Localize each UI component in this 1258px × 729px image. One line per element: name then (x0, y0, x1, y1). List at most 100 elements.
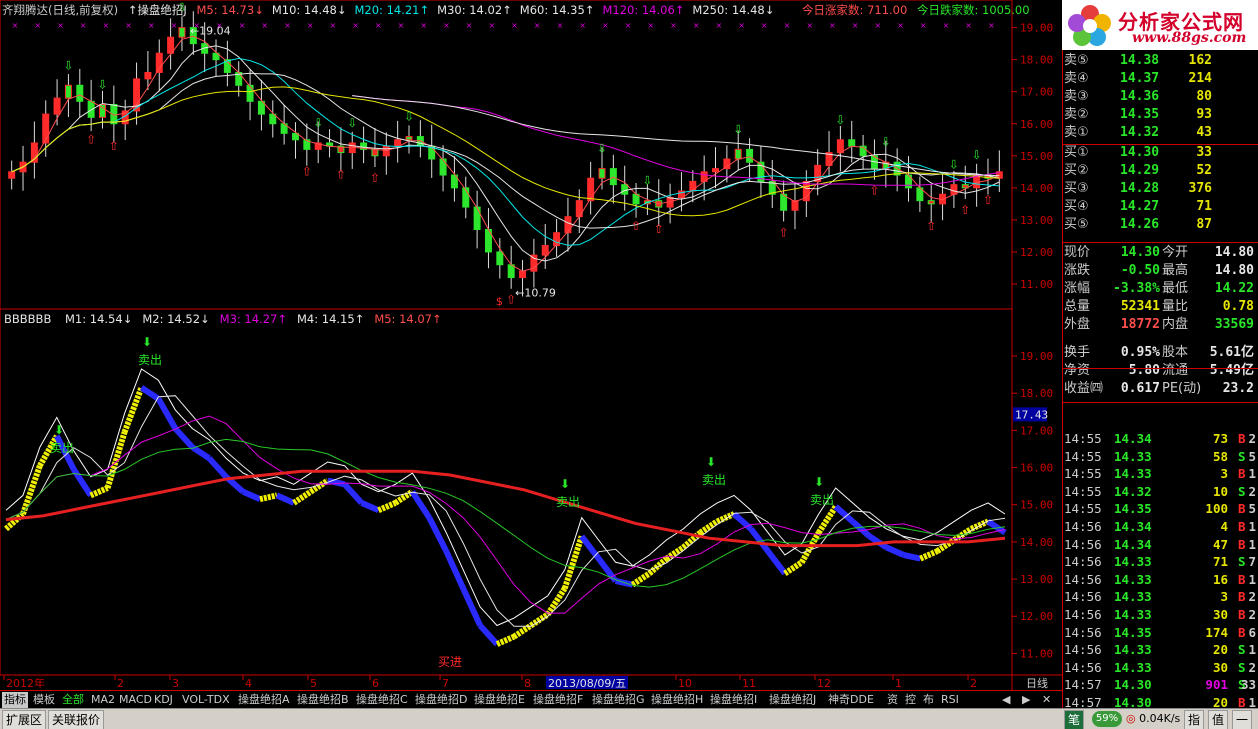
marker-x-icon: × (965, 21, 972, 30)
indicator-tab[interactable]: 布 (921, 692, 936, 708)
close-icon[interactable]: ✕ (1040, 692, 1053, 708)
quote-value: 52341 (1120, 299, 1160, 314)
sub-legend-item: M3: 14.27↑ (219, 312, 287, 326)
indicator-tab[interactable]: 操盘绝招G (590, 692, 647, 708)
indicator-tab[interactable]: 指标 (2, 692, 28, 708)
marker-x-icon: × (647, 21, 654, 30)
candle-body (587, 177, 595, 202)
tick-row[interactable]: 14:56 14.33 16 B 1 (1064, 571, 1258, 589)
tick-row[interactable]: 14:56 14.33 3 B 2 (1064, 588, 1258, 606)
value-button[interactable]: 值 (1208, 710, 1229, 729)
indicator-tab[interactable]: MA2 (89, 692, 117, 708)
order-book-row[interactable]: 卖③ 14.36 80 (1064, 88, 1256, 106)
quote-value: 0.95% (1120, 345, 1160, 360)
date-label: 12 (817, 677, 831, 690)
extension-area-tab[interactable]: 扩展区 (2, 710, 47, 729)
indicator-tab[interactable]: 操盘绝招H (649, 692, 705, 708)
oscillator-band (259, 492, 278, 503)
order-book-row[interactable]: 卖⑤ 14.38 162 (1064, 52, 1256, 70)
order-book-row[interactable]: 买④ 14.27 71 (1064, 198, 1256, 216)
panel-separator (1063, 368, 1258, 369)
quote-label: 流通 (1162, 363, 1189, 378)
indicator-tab[interactable]: 控 (903, 692, 918, 708)
indicator-tab[interactable]: 操盘绝招B (295, 692, 351, 708)
one-button[interactable]: 一 (1232, 710, 1253, 729)
price-axis-label: 12.00 (1020, 246, 1053, 259)
price-axis-label: 19.00 (1020, 22, 1053, 35)
candle-body (519, 270, 527, 279)
indicator-tab[interactable]: 操盘绝招C (354, 692, 410, 708)
tick-row[interactable]: 14:55 14.35 100 B 5 (1064, 500, 1258, 518)
indicator-tab[interactable]: MACD (117, 692, 154, 708)
low-price-label: ←10.79 (515, 287, 556, 300)
tick-count: 6 (1248, 624, 1256, 640)
indicator-tab[interactable]: KDJ (152, 692, 175, 708)
tick-row[interactable]: 14:55 14.32 10 S 2 (1064, 483, 1258, 501)
candle-body (155, 52, 163, 73)
indicator-tab[interactable]: 操盘绝招E (472, 692, 527, 708)
order-book-row[interactable]: 卖② 14.35 93 (1064, 106, 1256, 124)
candle-body (848, 139, 856, 147)
tick-row[interactable]: 14:55 14.33 3 B 1 (1064, 465, 1258, 483)
indicator-tab[interactable]: 操盘绝招I (708, 692, 759, 708)
order-book-row[interactable]: 买① 14.30 33 (1064, 144, 1256, 162)
tick-row[interactable]: 14:56 14.33 30 B 2 (1064, 606, 1258, 624)
date-label: 4 (245, 677, 252, 690)
order-book-row[interactable]: 卖① 14.32 43 (1064, 124, 1256, 142)
order-book-row[interactable]: 买③ 14.28 376 (1064, 180, 1256, 198)
tick-row[interactable]: 14:56 14.35 174 B 6 (1064, 624, 1258, 642)
tick-row[interactable]: 14:56 14.34 4 B 1 (1064, 518, 1258, 536)
tick-row[interactable]: 14:55 14.34 73 B 2 (1064, 430, 1258, 448)
ma-line-m20 (11, 57, 1000, 246)
indicator-tab[interactable]: 神奇DDE (826, 692, 876, 708)
indicator-tab[interactable]: 操盘绝招D (413, 692, 469, 708)
kline-chart-area[interactable]: 19.00 18.00 17.00 16.00 15.00 14.00 13.00 12.00… (0, 0, 1062, 690)
sell-signal-label: 卖出 (810, 493, 834, 507)
tick-row[interactable]: 14:56 14.33 20 S 1 (1064, 641, 1258, 659)
scroll-right-icon[interactable]: ▶ (1020, 692, 1032, 708)
panel-separator (1063, 144, 1258, 145)
indicator-tab[interactable]: 操盘绝招J (767, 692, 818, 708)
indicator-name[interactable]: ↑操盘绝招J (128, 3, 187, 17)
candle-body (64, 84, 72, 99)
indicator-tab[interactable]: 模板 (31, 692, 57, 708)
quote-value: 33569 (1214, 317, 1254, 332)
candle-body (723, 158, 731, 170)
tick-row[interactable]: 14:56 14.34 47 B 1 (1064, 536, 1258, 554)
indicator-tab[interactable]: VOL-TDX (180, 692, 232, 708)
related-quote-tab[interactable]: 关联报价 (48, 710, 105, 729)
order-price: 14.27 (1120, 199, 1160, 214)
sell-signal-icon: ⬇ (706, 455, 716, 469)
price-axis-label: 11.00 (1020, 647, 1053, 660)
tick-row[interactable]: 14:55 14.33 58 S 5 (1064, 448, 1258, 466)
tick-direction: S (1238, 483, 1246, 499)
buy-arrow-icon: ⇧ (869, 184, 879, 198)
order-price: 14.32 (1120, 125, 1160, 140)
date-label: 7 (442, 677, 449, 690)
tick-button[interactable]: 笔 (1064, 710, 1085, 729)
tick-row[interactable]: 14:56 14.33 30 S 2 (1064, 659, 1258, 677)
indicator-tab[interactable]: 全部 (60, 692, 86, 708)
sell-arrow-icon: ⇩ (835, 113, 845, 127)
order-book-row[interactable]: 买② 14.29 52 (1064, 162, 1256, 180)
tick-row[interactable]: 14:57 14.30 901 S 33 (1064, 676, 1258, 694)
price-axis-label: 18.00 (1020, 387, 1053, 400)
tick-row[interactable]: 14:56 14.33 71 S 7 (1064, 553, 1258, 571)
tick-direction: B (1238, 536, 1246, 552)
indicator-tab[interactable]: 操盘绝招F (531, 692, 585, 708)
order-book-row[interactable]: 卖④ 14.37 214 (1064, 70, 1256, 88)
indicator-tab[interactable]: 资 (885, 692, 900, 708)
tick-time: 14:56 (1064, 571, 1102, 587)
scroll-left-icon[interactable]: ◀ (1000, 692, 1012, 708)
indicator-tab[interactable]: RSI (939, 692, 961, 708)
marker-x-icon: × (12, 21, 19, 30)
ma-legend-item: M60: 14.35↑ (519, 3, 595, 17)
sell-signal-icon: ⬇ (814, 475, 824, 489)
order-volume: 43 (1196, 125, 1212, 140)
indicator-tab[interactable]: 操盘绝招A (236, 692, 292, 708)
order-book-row[interactable]: 买⑤ 14.26 87 (1064, 216, 1256, 234)
sub-indicator-name[interactable]: BBBBBB (4, 312, 51, 326)
index-button[interactable]: 指 (1184, 710, 1205, 729)
price-axis-label: 14.00 (1020, 536, 1053, 549)
quote-label: 现价 (1064, 245, 1091, 260)
